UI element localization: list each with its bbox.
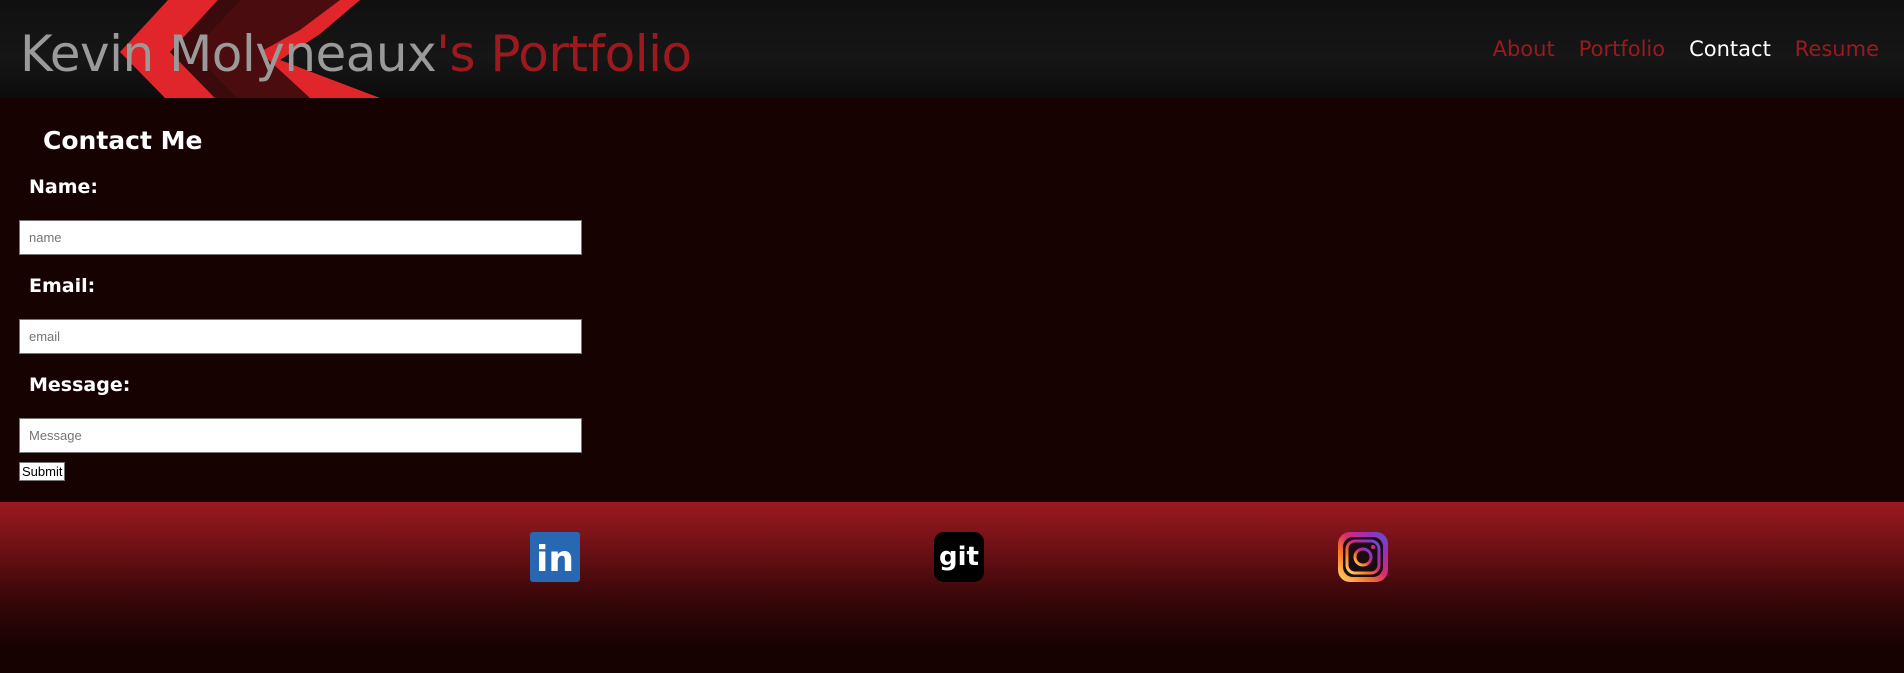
instagram-link[interactable] bbox=[1338, 532, 1388, 582]
name-input[interactable] bbox=[19, 220, 582, 255]
site-header: Kevin Molyneaux's Portfolio About Portfo… bbox=[0, 0, 1904, 98]
main-nav: About Portfolio Contact Resume bbox=[1493, 36, 1879, 62]
submit-button[interactable]: Submit bbox=[19, 462, 66, 481]
contact-heading: Contact Me bbox=[43, 126, 203, 155]
site-title: Kevin Molyneaux's Portfolio bbox=[20, 24, 692, 84]
message-label: Message: bbox=[29, 374, 131, 396]
site-title-name: Kevin Molyneaux bbox=[20, 25, 437, 83]
github-link[interactable]: git bbox=[934, 532, 984, 582]
svg-text:git: git bbox=[939, 542, 979, 572]
instagram-icon bbox=[1338, 532, 1388, 582]
nav-link-contact[interactable]: Contact bbox=[1689, 36, 1771, 62]
name-label: Name: bbox=[29, 176, 99, 198]
nav-link-about[interactable]: About bbox=[1493, 36, 1555, 62]
linkedin-icon: in bbox=[530, 532, 580, 582]
site-footer: in git bbox=[0, 502, 1904, 673]
message-input[interactable] bbox=[19, 418, 582, 453]
nav-link-portfolio[interactable]: Portfolio bbox=[1579, 36, 1665, 62]
contact-section: Contact Me Name: Email: Message: Submit bbox=[0, 98, 1904, 502]
email-label: Email: bbox=[29, 275, 96, 297]
site-title-suffix: 's Portfolio bbox=[436, 25, 692, 83]
nav-link-resume[interactable]: Resume bbox=[1795, 36, 1879, 62]
svg-text:in: in bbox=[536, 539, 574, 580]
linkedin-link[interactable]: in bbox=[530, 532, 580, 582]
github-icon: git bbox=[934, 532, 984, 582]
email-input[interactable] bbox=[19, 319, 582, 354]
